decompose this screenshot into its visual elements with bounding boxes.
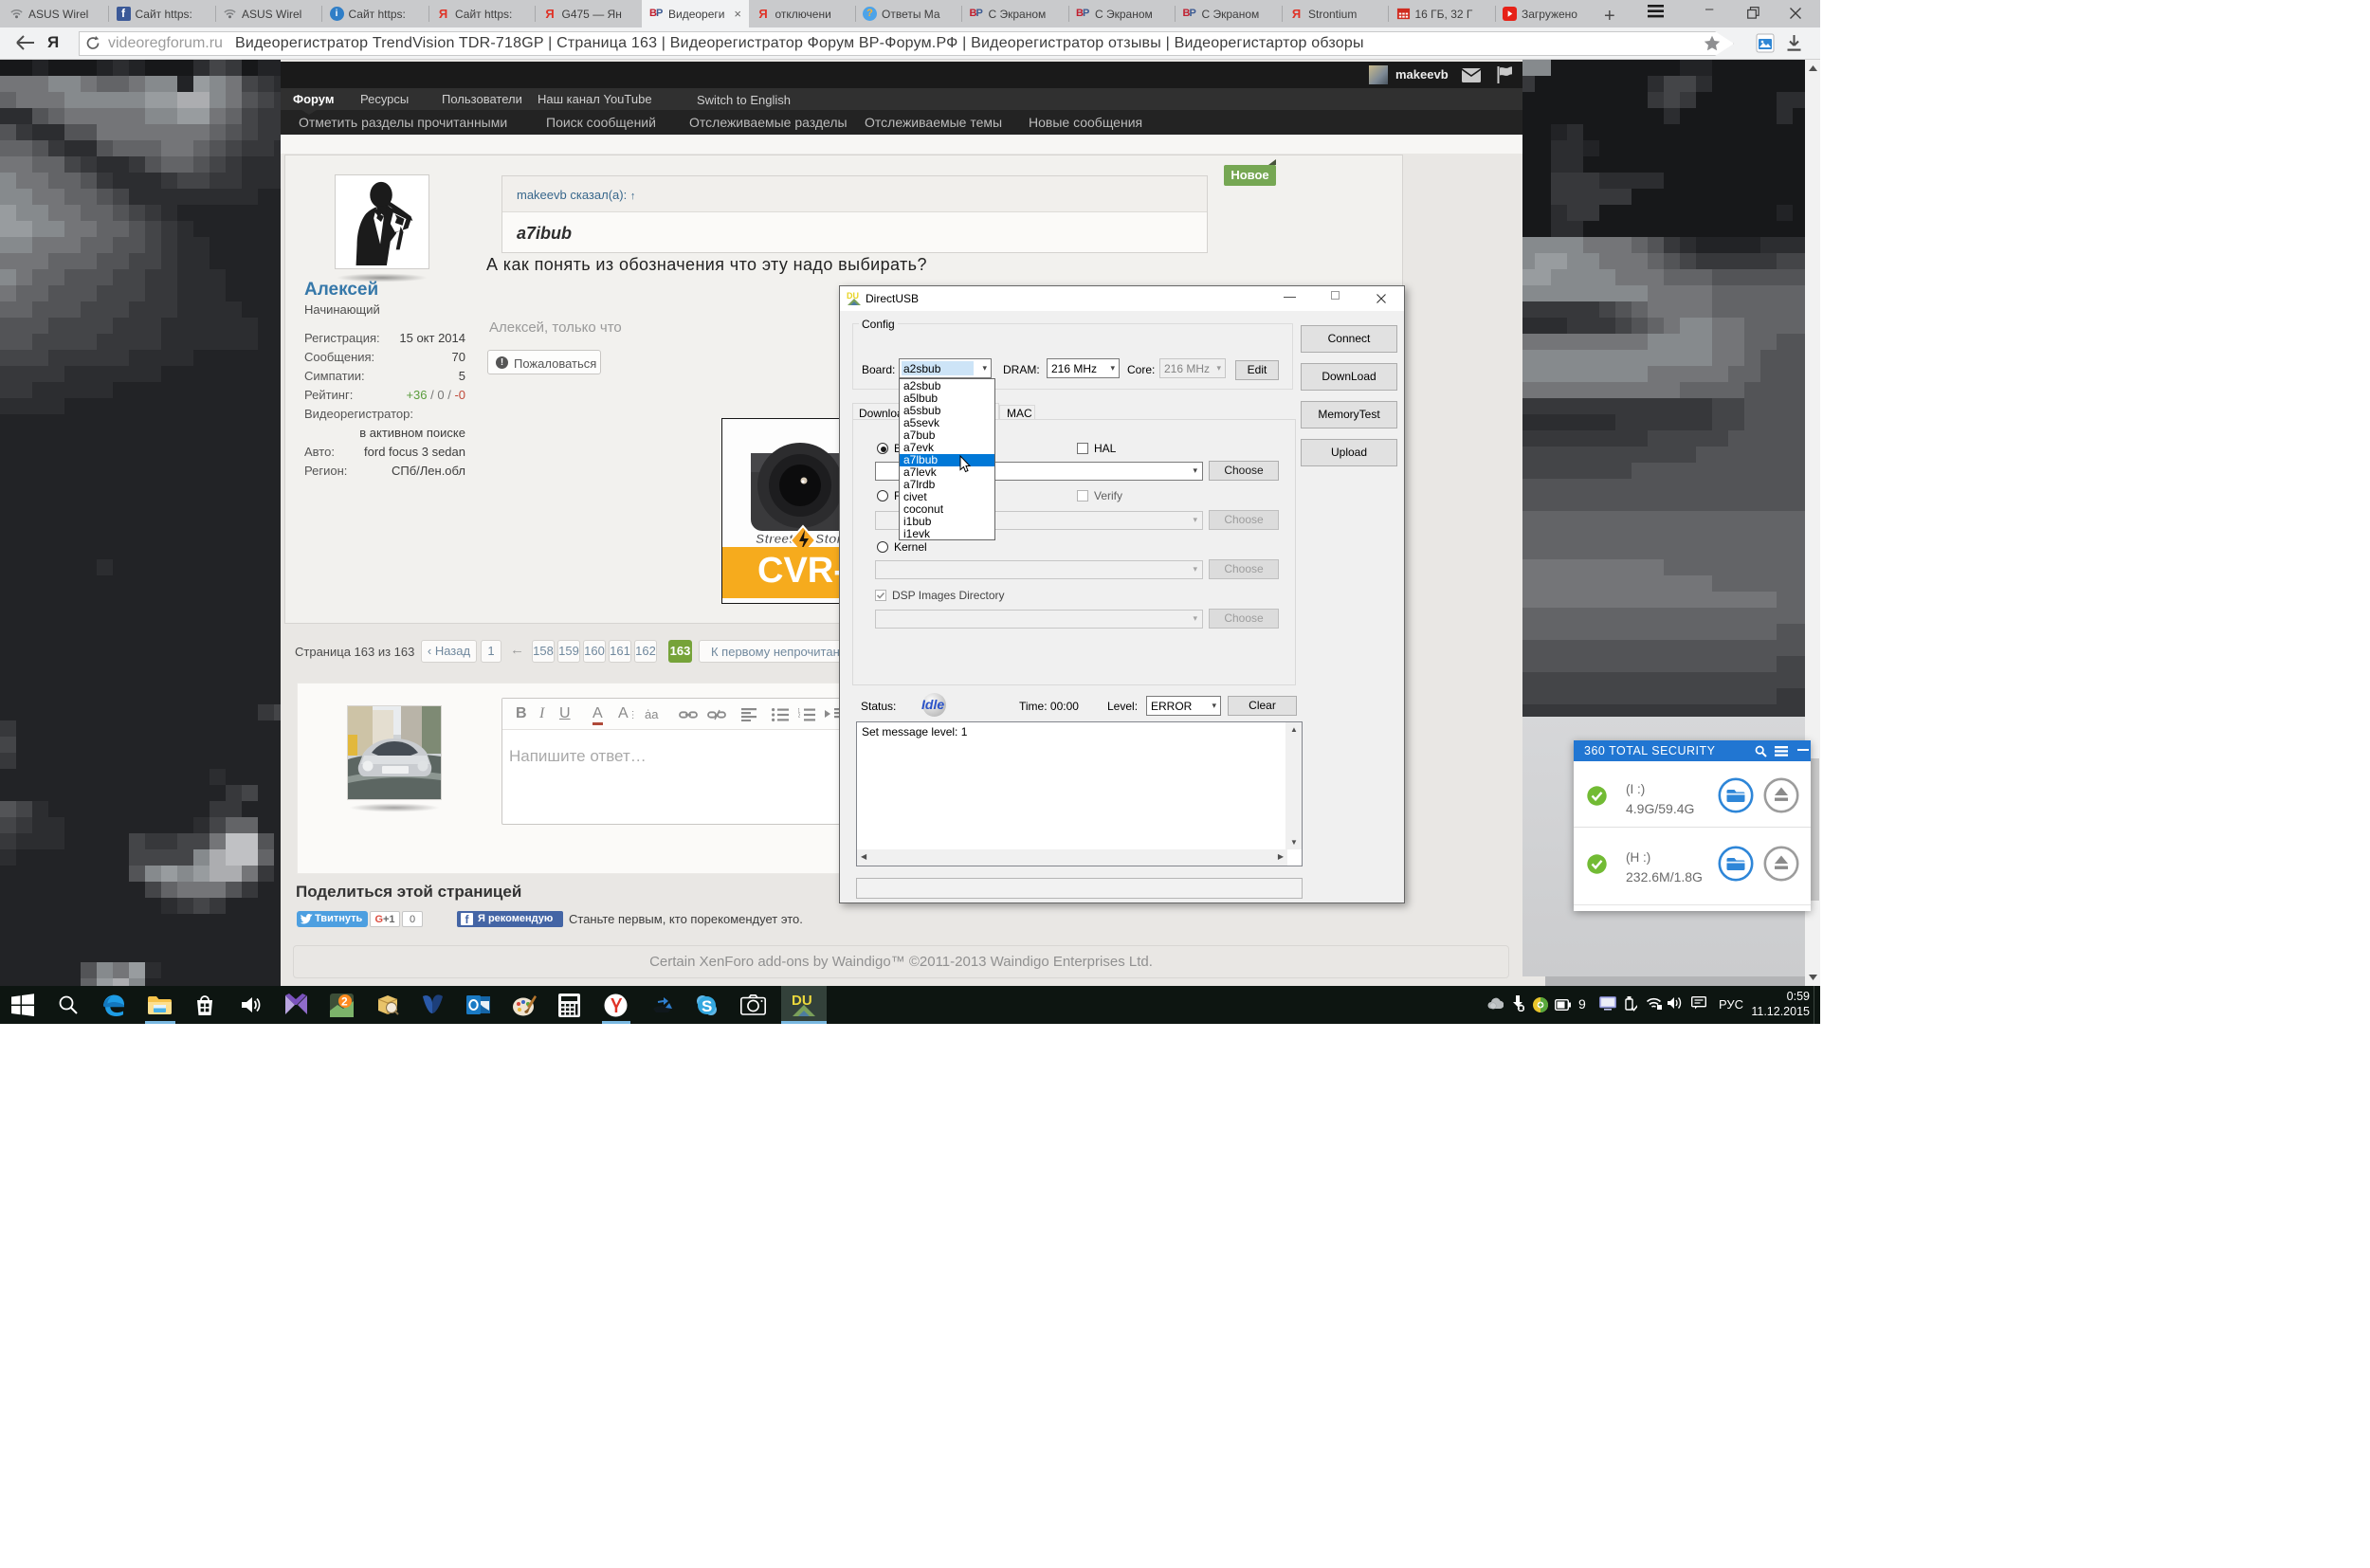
svg-text:DU: DU: [847, 291, 859, 301]
svg-text:2: 2: [341, 995, 348, 1009]
svg-text:S: S: [702, 997, 712, 1015]
svg-text:2: 2: [798, 714, 801, 720]
svg-text:DU: DU: [792, 993, 812, 1009]
svg-text:Street: Street: [756, 531, 794, 546]
